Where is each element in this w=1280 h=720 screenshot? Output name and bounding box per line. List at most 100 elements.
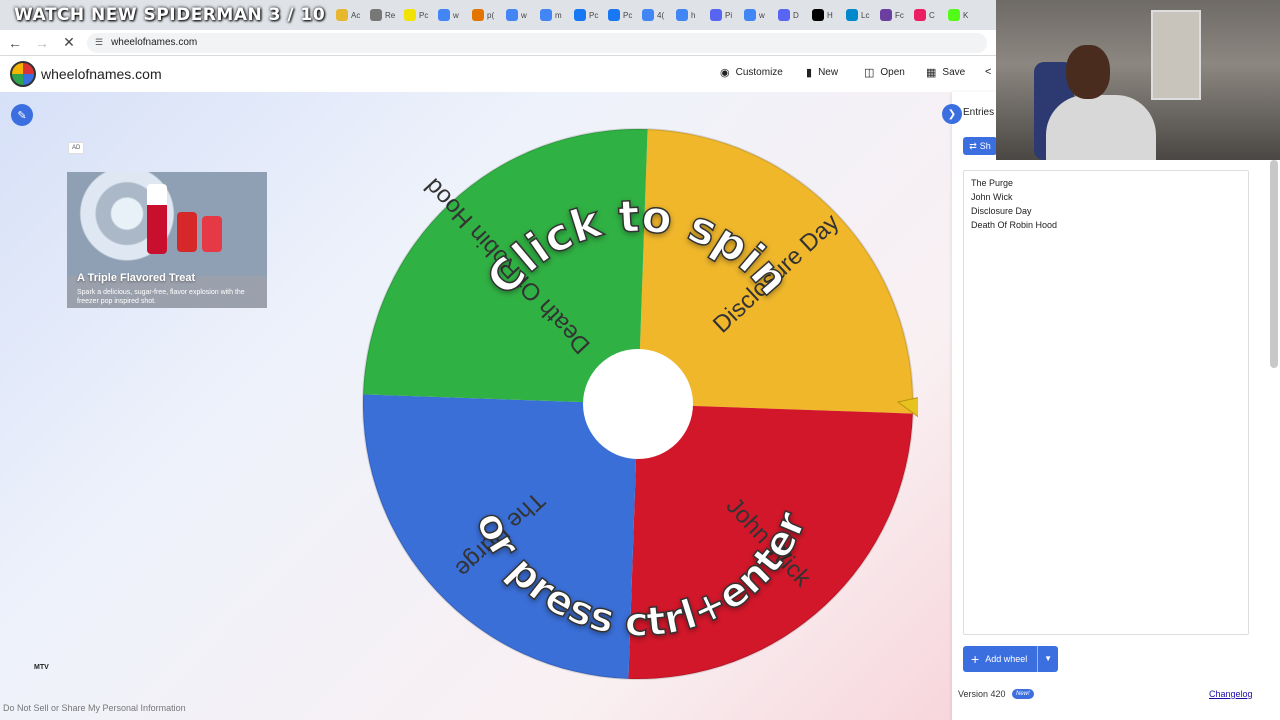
browser-tab[interactable]: w [500, 4, 534, 26]
add-wheel-label: Add wheel [985, 654, 1028, 664]
browser-tab[interactable]: m [534, 4, 568, 26]
add-wheel-button[interactable]: + Add wheel ▼ [963, 646, 1058, 672]
save-icon: ▦ [926, 67, 937, 79]
tab-label: Pi [725, 10, 733, 20]
tab-label: K [963, 10, 969, 20]
tab-favicon-icon [710, 9, 722, 21]
tab-favicon-icon [948, 9, 960, 21]
site-info-icon[interactable]: ☰ [95, 37, 103, 48]
shuffle-icon: ⇄ [969, 140, 977, 151]
tab-label: p( [487, 10, 495, 20]
entry-line: The Purge [971, 178, 1014, 188]
tab-label: m [555, 10, 562, 20]
page-scrollbar[interactable] [1270, 160, 1278, 368]
main-area: ✎ AD A Triple Flavored Treat Spark a del… [0, 92, 952, 720]
url-text: wheelofnames.com [111, 37, 198, 48]
tab-favicon-icon [404, 9, 416, 21]
privacy-link[interactable]: Do Not Sell or Share My Personal Informa… [3, 703, 186, 713]
ad-can-image [147, 184, 167, 254]
tab-favicon-icon [676, 9, 688, 21]
new-file-icon: ▮ [806, 67, 813, 79]
advertisement[interactable]: A Triple Flavored Treat Spark a deliciou… [67, 172, 267, 308]
plus-icon: + [971, 651, 980, 667]
open-label: Open [880, 67, 905, 78]
tab-favicon-icon [506, 9, 518, 21]
wheel-center[interactable] [583, 349, 693, 459]
new-button[interactable]: ▮ New [806, 66, 838, 79]
forward-icon[interactable]: → [30, 31, 54, 55]
chevron-down-icon[interactable]: ▼ [1044, 654, 1052, 663]
browser-tab[interactable]: H [806, 4, 840, 26]
shuffle-label: Sh [979, 141, 991, 151]
tab-label: Pc [589, 10, 599, 20]
browser-tab[interactable]: D [772, 4, 806, 26]
ad-popsicle-image [177, 212, 197, 252]
browser-tab[interactable]: C [908, 4, 942, 26]
site-logo[interactable] [10, 61, 36, 87]
site-name[interactable]: wheelofnames.com [41, 66, 162, 82]
browser-tab[interactable]: p( [466, 4, 500, 26]
tab-label: 4( [657, 10, 665, 20]
browser-tab[interactable]: Fc [874, 4, 908, 26]
browser-tab[interactable]: Lc [840, 4, 874, 26]
version-text: Version 420 [958, 689, 1006, 699]
share-button[interactable]: < [985, 66, 991, 78]
share-icon: < [985, 66, 992, 78]
back-icon[interactable]: ← [3, 31, 27, 55]
tab-label: w [453, 10, 459, 20]
chevron-right-icon: ❯ [947, 108, 957, 120]
webcam-person-body [1046, 95, 1156, 160]
tab-label: D [793, 10, 799, 20]
browser-tab[interactable]: K [942, 4, 976, 26]
tab-favicon-icon [846, 9, 858, 21]
collapse-panel-button[interactable]: ❯ [942, 104, 962, 124]
palette-icon: ◉ [720, 67, 730, 79]
tab-label: Fc [895, 10, 904, 20]
customize-button[interactable]: ◉ Customize [720, 66, 783, 79]
tab-entries[interactable]: Entries [963, 107, 994, 118]
new-badge: New! [1012, 689, 1034, 699]
tab-label: w [759, 10, 765, 20]
tab-favicon-icon [812, 9, 824, 21]
browser-tab[interactable]: 4( [636, 4, 670, 26]
shuffle-button[interactable]: ⇄ Sh [963, 137, 997, 155]
open-button[interactable]: ◫ Open [864, 66, 905, 79]
tab-label: H [827, 10, 833, 20]
tab-favicon-icon [540, 9, 552, 21]
browser-tab[interactable]: Ac [330, 4, 364, 26]
tabs-container: Ac Re Pc w p( w m Pc Pc 4( h Pi w D H Lc Fc C K [330, 4, 976, 26]
tab-favicon-icon [642, 9, 654, 21]
browser-tab[interactable]: Pc [568, 4, 602, 26]
save-label: Save [942, 67, 966, 78]
stop-loading-icon[interactable]: ✕ [57, 31, 81, 55]
browser-tab[interactable]: Pc [398, 4, 432, 26]
customize-label: Customize [735, 67, 783, 78]
entries-panel: ❯ Entries ⇄ Sh The Purge John Wick Disclos… [942, 92, 1280, 720]
ad-title: A Triple Flavored Treat [77, 272, 196, 284]
tab-label: C [929, 10, 935, 20]
tab-label: h [691, 10, 696, 20]
entries-textarea[interactable]: The Purge John Wick Disclosure Day Death Of… [963, 170, 1249, 635]
tab-label: Re [385, 10, 396, 20]
tab-label: Pc [623, 10, 633, 20]
edit-pencil-button[interactable]: ✎ [11, 104, 33, 126]
mtv-logo: MTV [34, 664, 49, 671]
browser-tab[interactable]: w [738, 4, 772, 26]
save-button[interactable]: ▦ Save [926, 66, 965, 79]
spin-wheel[interactable]: Disclosure DayJohn WickThe PurgeDeath Of… [358, 124, 918, 684]
browser-tab[interactable]: h [670, 4, 704, 26]
tab-label: Ac [351, 10, 361, 20]
changelog-link[interactable]: Changelog [1209, 689, 1253, 699]
browser-tab[interactable]: Pi [704, 4, 738, 26]
ad-description: Spark a delicious, sugar-free, flavor ex… [77, 289, 245, 305]
tab-label: Pc [419, 10, 429, 20]
divider [1037, 646, 1038, 672]
browser-tab[interactable]: Pc [602, 4, 636, 26]
tab-favicon-icon [370, 9, 382, 21]
url-field[interactable]: ☰ wheelofnames.com [87, 32, 987, 53]
entry-line: Death Of Robin Hood [971, 220, 1058, 230]
tab-favicon-icon [574, 9, 586, 21]
browser-tab[interactable]: Re [364, 4, 398, 26]
new-label: New [818, 67, 839, 78]
browser-tab[interactable]: w [432, 4, 466, 26]
